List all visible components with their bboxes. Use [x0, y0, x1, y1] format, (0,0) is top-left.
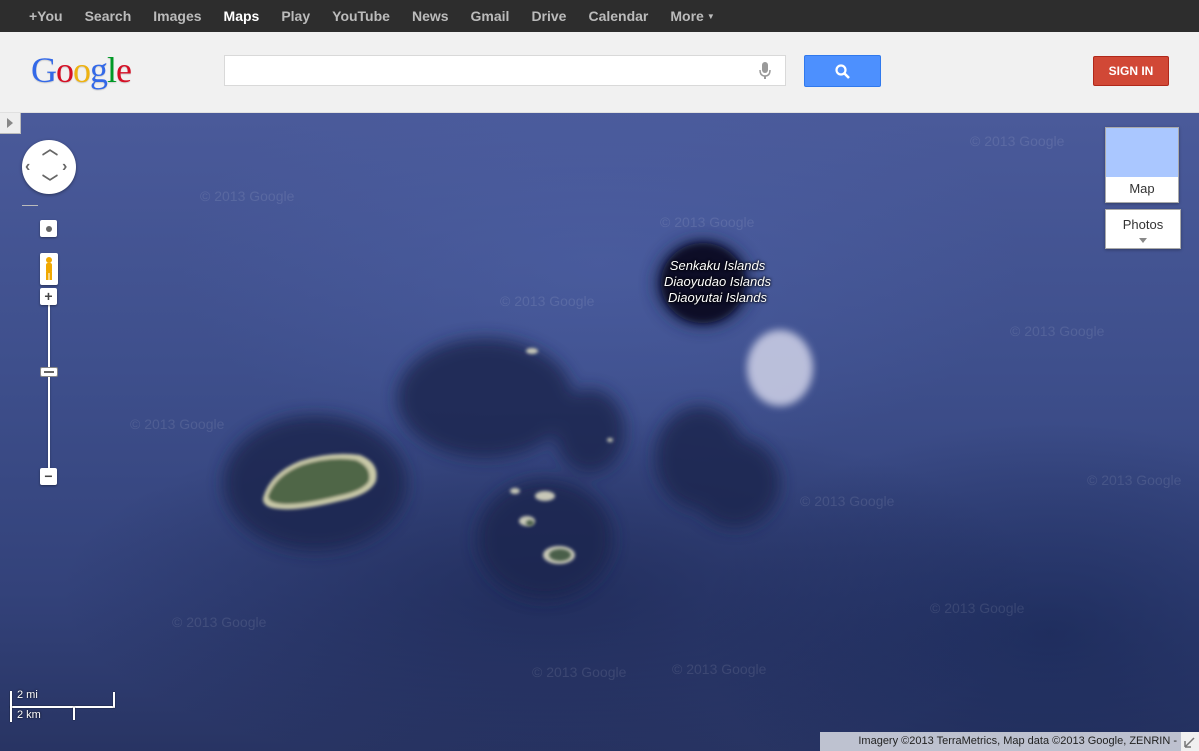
place-name-2: Diaoyudao Islands [664, 274, 771, 289]
map-watermark: © 2013 Google [500, 293, 595, 309]
map-type-label: Map [1129, 181, 1155, 196]
nav-item-play[interactable]: Play [270, 0, 321, 32]
place-name-1: Senkaku Islands [669, 258, 766, 273]
expand-icon[interactable] [1181, 732, 1199, 751]
attribution-text: Imagery ©2013 TerraMetrics, Map data ©20… [820, 732, 1181, 751]
zoom-out-button[interactable]: − [40, 468, 57, 485]
place-name-3: Diaoyutai Islands [668, 290, 767, 305]
pegman-street-view-icon[interactable] [40, 253, 58, 285]
zoom-slider-track[interactable] [48, 305, 50, 475]
map-type-button[interactable]: Map [1105, 127, 1179, 203]
divider [22, 205, 38, 206]
map-watermark: © 2013 Google [970, 133, 1065, 149]
header: Google SIGN IN [0, 32, 1199, 113]
nav-item-gmail[interactable]: Gmail [460, 0, 521, 32]
map-watermark: © 2013 Google [800, 493, 895, 509]
photos-button[interactable]: Photos [1105, 209, 1181, 249]
map-watermark: © 2013 Google [1087, 472, 1182, 488]
map-watermark: © 2013 Google [930, 600, 1025, 616]
microphone-icon[interactable] [759, 62, 771, 80]
nav-item-news[interactable]: News [401, 0, 460, 32]
zoom-slider-handle[interactable] [40, 367, 58, 377]
map-watermark: © 2013 Google [660, 214, 755, 230]
map-canvas[interactable]: © 2013 Google © 2013 Google © 2013 Googl… [0, 113, 1199, 751]
nav-item-maps[interactable]: Maps [213, 0, 271, 32]
map-watermark: © 2013 Google [200, 188, 295, 204]
nav-item-more-label: More [670, 7, 704, 24]
search-input[interactable] [224, 55, 786, 86]
nav-item-you[interactable]: +You [0, 0, 74, 32]
scale-tick [10, 691, 12, 722]
nav-item-images[interactable]: Images [142, 0, 212, 32]
pan-right-icon[interactable]: › [62, 159, 67, 175]
sidebar-toggle-button[interactable] [0, 113, 21, 134]
google-logo[interactable]: Google [31, 50, 132, 90]
scale-km: 2 km [17, 709, 41, 721]
pan-down-icon[interactable]: ﹀ [42, 176, 58, 192]
map-watermark: © 2013 Google [172, 614, 267, 630]
nav-item-calendar[interactable]: Calendar [577, 0, 659, 32]
dot-icon [45, 226, 52, 232]
pan-up-icon[interactable]: ︿ [42, 142, 58, 158]
top-navigation-bar: +You Search Images Maps Play YouTube New… [0, 0, 1199, 32]
chevron-down-icon: ▼ [706, 11, 715, 21]
photos-label: Photos [1122, 217, 1164, 232]
map-watermark: © 2013 Google [1010, 323, 1105, 339]
pan-control[interactable]: ︿ ﹀ ‹ › [22, 140, 76, 194]
map-watermark: © 2013 Google [532, 664, 627, 680]
nav-item-drive[interactable]: Drive [520, 0, 577, 32]
search-icon [835, 64, 850, 79]
scale-tick [73, 707, 75, 720]
pan-left-icon[interactable]: ‹ [25, 159, 30, 175]
scale-line [10, 706, 115, 708]
satellite-imagery [223, 239, 813, 599]
sign-in-button[interactable]: SIGN IN [1093, 56, 1169, 86]
scale-miles: 2 mi [17, 689, 38, 701]
scale-tick [113, 692, 115, 707]
map-watermark: © 2013 Google [130, 416, 225, 432]
place-label[interactable]: Senkaku Islands Diaoyudao Islands Diaoyu… [640, 258, 795, 306]
nav-item-youtube[interactable]: YouTube [321, 0, 401, 32]
nav-item-search[interactable]: Search [74, 0, 143, 32]
nav-items: +You Search Images Maps Play YouTube New… [0, 0, 726, 32]
zoom-in-button[interactable]: + [40, 288, 57, 305]
nav-item-more[interactable]: More ▼ [659, 0, 725, 33]
map-thumbnail [1106, 128, 1178, 177]
reset-view-button[interactable] [40, 220, 57, 237]
map-watermark: © 2013 Google [672, 661, 767, 677]
search-button[interactable] [804, 55, 881, 87]
chevron-down-icon [1139, 238, 1147, 243]
